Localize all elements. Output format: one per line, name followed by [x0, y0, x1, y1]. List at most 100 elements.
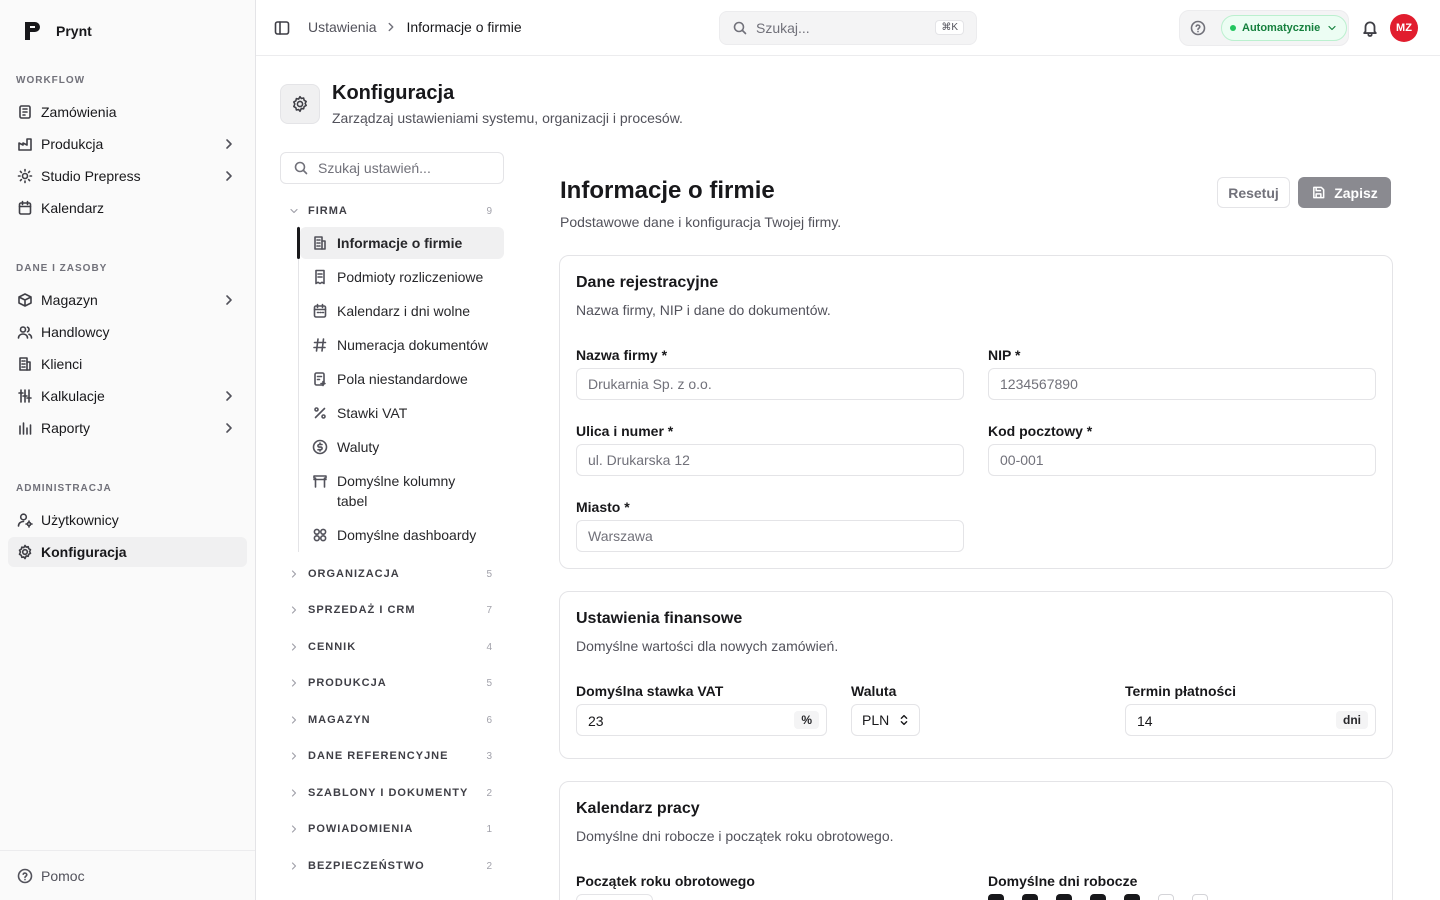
breadcrumb-item-ustawienia[interactable]: Ustawienia	[308, 19, 376, 35]
sidebar-item-label: Kalkulacje	[41, 388, 105, 404]
company-name-input[interactable]	[576, 368, 964, 400]
settings-item-stawki-vat[interactable]: Stawki VAT	[300, 403, 504, 423]
gear-icon	[17, 544, 33, 560]
section-label-dane-i-zasoby: DANE I ZASOBY	[16, 263, 108, 274]
content-title: Informacje o firmie	[560, 177, 775, 204]
workday-checkbox[interactable]	[1090, 894, 1106, 900]
chevron-right-icon	[288, 604, 300, 616]
postal-code-label: Kod pocztowy *	[988, 423, 1093, 439]
building-icon	[17, 356, 33, 372]
workday-checkbox[interactable]	[1022, 894, 1038, 900]
sidebar-item-handlowcy[interactable]: Handlowcy	[8, 317, 247, 347]
brand[interactable]: Prynt	[22, 20, 92, 42]
save-button[interactable]: Zapisz	[1298, 177, 1391, 208]
active-indicator	[297, 227, 300, 259]
workday-checkbox[interactable]	[1124, 894, 1140, 900]
currency-icon	[312, 439, 328, 455]
group-label: POWIADOMIENIA	[308, 823, 414, 835]
page-title: Konfiguracja	[332, 82, 455, 104]
sidebar-item-klienci[interactable]: Klienci	[8, 349, 247, 379]
fiscal-year-start-label: Początek roku obrotowego	[576, 873, 755, 889]
chevron-right-icon	[221, 292, 237, 308]
status-dot	[1230, 25, 1236, 31]
bell-icon[interactable]	[1361, 19, 1379, 37]
settings-group-magazyn[interactable]: MAGAZYN 6	[288, 714, 494, 726]
chevron-right-icon	[288, 714, 300, 726]
sidebar-item-kalkulacje[interactable]: Kalkulacje	[8, 381, 247, 411]
settings-item-label: Domyślne kolumny tabel	[337, 473, 456, 509]
avatar[interactable]: MZ	[1390, 14, 1418, 42]
sidebar-item-konfiguracja[interactable]: Konfiguracja	[8, 537, 247, 567]
postal-code-input[interactable]	[988, 444, 1376, 476]
settings-item-numeracja-dokumentow[interactable]: Numeracja dokumentów	[300, 335, 504, 355]
workday-checkbox[interactable]	[1192, 894, 1208, 900]
street-input[interactable]	[576, 444, 964, 476]
sidebar-item-magazyn[interactable]: Magazyn	[8, 285, 247, 315]
sidebar-item-label: Magazyn	[41, 292, 98, 308]
settings-group-firma[interactable]: FIRMA 9	[288, 205, 494, 217]
fiscal-year-start-select[interactable]	[576, 894, 653, 900]
sidebar-item-kalendarz[interactable]: Kalendarz	[8, 193, 247, 223]
settings-group-produkcja[interactable]: PRODUKCJA 5	[288, 677, 494, 689]
breadcrumb-item-current: Informacje o firmie	[406, 19, 522, 35]
settings-item-informacje-o-firmie[interactable]: Informacje o firmie	[300, 227, 504, 259]
sidebar-item-zamowienia[interactable]: Zamówienia	[8, 97, 247, 127]
workday-checkbox[interactable]	[988, 894, 1004, 900]
payment-term-input[interactable]: 14 dni	[1125, 704, 1376, 736]
help-link[interactable]: Pomoc	[0, 850, 255, 900]
settings-group-bezpieczenstwo[interactable]: BEZPIECZEŃSTWO 2	[288, 860, 494, 872]
settings-item-podmioty-rozliczeniowe[interactable]: Podmioty rozliczeniowe	[300, 267, 504, 287]
card-title: Ustawienia finansowe	[576, 610, 743, 627]
breadcrumb: Ustawienia Informacje o firmie	[308, 19, 522, 35]
currency-select[interactable]: PLN	[851, 704, 920, 736]
help-circle-icon[interactable]	[1190, 20, 1206, 36]
reset-button[interactable]: Resetuj	[1217, 177, 1290, 208]
city-input[interactable]	[576, 520, 964, 552]
chevron-right-icon	[288, 568, 300, 580]
sidebar-item-uzytkownicy[interactable]: Użytkownicy	[8, 505, 247, 535]
settings-item-domyslne-dashboardy[interactable]: Domyślne dashboardy	[300, 525, 504, 545]
settings-group-organizacja[interactable]: ORGANIZACJA 5	[288, 568, 494, 580]
settings-item-domyslne-kolumny-tabel[interactable]: Domyślne kolumny tabel	[300, 471, 480, 511]
settings-group-powiadomienia[interactable]: POWIADOMIENIA 1	[288, 823, 494, 835]
page-subtitle: Zarządzaj ustawieniami systemu, organiza…	[332, 110, 683, 126]
settings-item-label: Pola niestandardowe	[337, 371, 468, 387]
search-icon	[732, 20, 748, 36]
content-subtitle: Podstawowe dane i konfiguracja Twojej fi…	[560, 214, 842, 230]
vat-rate-input[interactable]: 23 %	[576, 704, 827, 736]
checkbox-unchecked	[1158, 894, 1174, 900]
sun-icon	[17, 168, 33, 184]
settings-group-szablony-i-dokumenty[interactable]: SZABLONY I DOKUMENTY 2	[288, 787, 494, 799]
nip-input[interactable]	[988, 368, 1376, 400]
section-label-workflow: WORKFLOW	[16, 75, 86, 86]
mode-dropdown[interactable]: Automatycznie	[1221, 15, 1348, 41]
receipt-icon	[312, 269, 328, 285]
currency-label: Waluta	[851, 683, 897, 699]
sidebar-item-produkcja[interactable]: Produkcja	[8, 129, 247, 159]
sidebar: Prynt WORKFLOW Zamówienia Produkcja Stud…	[0, 0, 256, 900]
sidebar-item-raporty[interactable]: Raporty	[8, 413, 247, 443]
settings-item-waluty[interactable]: Waluty	[300, 437, 504, 457]
sidebar-toggle-icon[interactable]	[274, 20, 290, 36]
workday-checkbox[interactable]	[1158, 894, 1174, 900]
sidebar-item-label: Studio Prepress	[41, 168, 141, 184]
card-title: Dane rejestracyjne	[576, 274, 719, 291]
save-label: Zapisz	[1334, 184, 1378, 201]
sidebar-item-label: Raporty	[41, 420, 91, 436]
sidebar-item-label: Handlowcy	[41, 324, 110, 340]
workday-checkbox[interactable]	[1056, 894, 1072, 900]
settings-search-input[interactable]: Szukaj ustawień...	[280, 152, 504, 184]
checkbox-checked	[1022, 894, 1038, 900]
group-count: 1	[486, 823, 492, 835]
settings-item-label: Stawki VAT	[337, 405, 408, 421]
settings-item-kalendarz-i-dni-wolne[interactable]: Kalendarz i dni wolne	[300, 301, 504, 321]
settings-group-dane-referencyjne[interactable]: DANE REFERENCYJNE 3	[288, 750, 494, 762]
chevron-right-icon	[288, 823, 300, 835]
sidebar-item-studio-prepress[interactable]: Studio Prepress	[8, 161, 247, 191]
settings-group-cennik[interactable]: CENNIK 4	[288, 641, 494, 653]
dashboard-icon	[312, 527, 328, 543]
settings-item-pola-niestandardowe[interactable]: Pola niestandardowe	[300, 369, 504, 389]
checkbox-checked	[1090, 894, 1106, 900]
global-search[interactable]: Szukaj... ⌘K	[719, 11, 977, 45]
settings-group-sprzedaz-i-crm[interactable]: SPRZEDAŻ I CRM 7	[288, 604, 494, 616]
